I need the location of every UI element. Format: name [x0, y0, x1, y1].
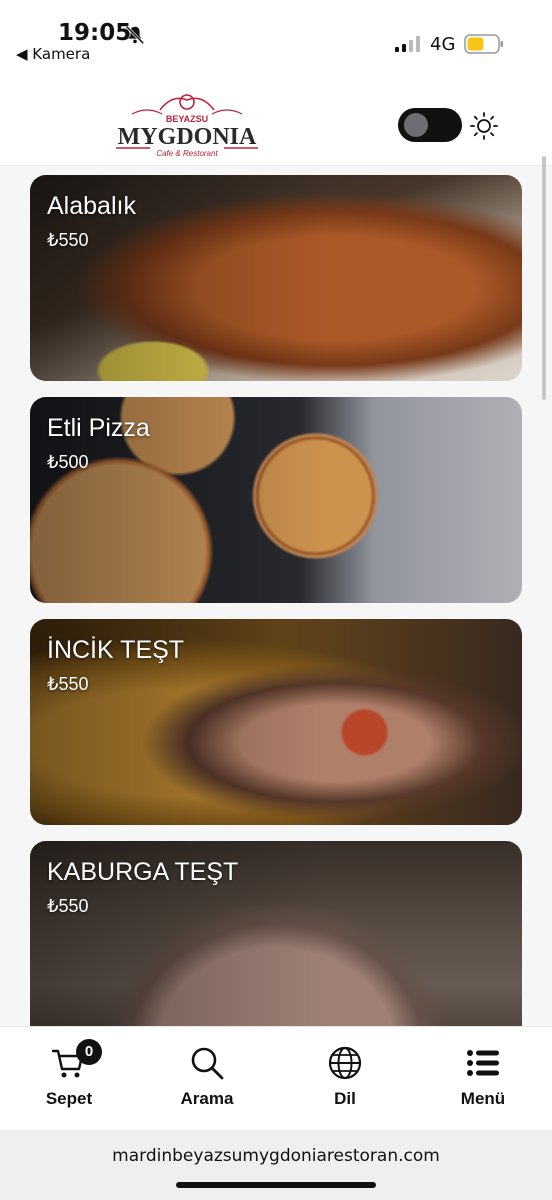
menu-item-card[interactable]: İNCİK TEŞT ₺550 [30, 619, 522, 825]
battery-icon [464, 34, 503, 54]
nav-cart-button[interactable]: 0 Sepet [0, 1027, 138, 1131]
nav-menu-button[interactable]: Menü [414, 1027, 552, 1131]
nav-language-button[interactable]: Dil [276, 1027, 414, 1131]
status-time: 19:05 [58, 20, 132, 46]
bell-slash-icon [125, 25, 145, 45]
network-type: 4G [430, 34, 456, 55]
status-bar: 19:05 ◀ Kamera 4G [0, 0, 552, 80]
nav-search-label: Arama [180, 1089, 234, 1108]
menu-item-card[interactable]: KABURGA TEŞT ₺550 [30, 841, 522, 1026]
logo-main-text: MYGDONIA [118, 124, 257, 150]
signal-icon [395, 36, 420, 52]
cart-count-badge: 0 [76, 1039, 102, 1065]
globe-icon [328, 1046, 362, 1080]
menu-list[interactable]: Alabalık ₺550 Etli Pizza ₺500 İNCİK TEŞT… [0, 166, 552, 1026]
menu-item-price: ₺550 [47, 674, 89, 694]
logo-top-text: BEYAZSU [166, 114, 208, 124]
back-to-camera-link[interactable]: ◀ Kamera [16, 45, 90, 63]
nav-search-button[interactable]: Arama [138, 1027, 276, 1131]
menu-item-name: KABURGA TEŞT [47, 858, 239, 886]
browser-url-bar[interactable]: mardinbeyazsumygdoniarestoran.com [0, 1130, 552, 1200]
logo-sub-text: Cafe & Restorant [156, 149, 218, 158]
scrollbar[interactable] [542, 156, 546, 400]
dark-mode-toggle[interactable] [398, 108, 462, 142]
url-text[interactable]: mardinbeyazsumygdoniarestoran.com [0, 1146, 552, 1166]
bottom-nav: 0 Sepet Arama Dil Menü [0, 1026, 552, 1130]
menu-item-name: İNCİK TEŞT [47, 636, 185, 664]
menu-item-card[interactable]: Etli Pizza ₺500 [30, 397, 522, 603]
menu-item-name: Etli Pizza [47, 414, 150, 442]
home-indicator[interactable] [176, 1182, 376, 1188]
nav-menu-label: Menü [460, 1089, 506, 1108]
restaurant-logo[interactable]: BEYAZSU MYGDONIA Cafe & Restorant [112, 90, 262, 162]
sun-icon[interactable] [470, 112, 498, 140]
menu-item-price: ₺550 [47, 896, 89, 916]
nav-language-label: Dil [334, 1089, 356, 1108]
menu-item-price: ₺550 [47, 230, 89, 250]
menu-item-card[interactable]: Alabalık ₺550 [30, 175, 522, 381]
menu-item-price: ₺500 [47, 452, 89, 472]
nav-cart-label: Sepet [45, 1089, 93, 1108]
app-header: BEYAZSU MYGDONIA Cafe & Restorant [0, 80, 552, 166]
list-menu-icon [467, 1050, 499, 1076]
menu-item-name: Alabalık [47, 192, 136, 220]
search-icon [191, 1047, 224, 1080]
toggle-knob [404, 113, 428, 137]
